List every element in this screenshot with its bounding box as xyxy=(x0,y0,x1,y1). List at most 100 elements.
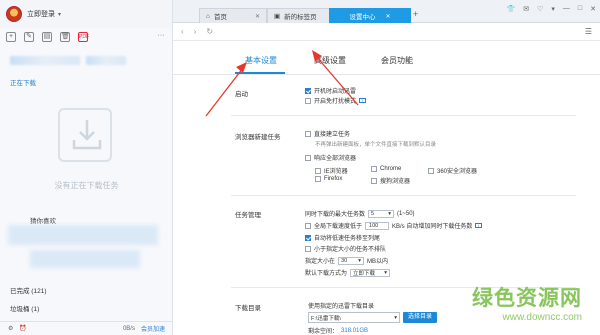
opt-ie-label: IE浏览器 xyxy=(324,169,348,175)
checkbox-checked[interactable] xyxy=(305,87,311,94)
direct-task-note: 不再弹出新建面板，单个文件直接下载到默认目录 xyxy=(315,142,437,148)
edit-icon[interactable]: ✎ xyxy=(24,32,34,42)
sidebar-toolbar: + ✎ ▤ 🗑 PDF ··· xyxy=(0,28,172,46)
section-startup-title: 启动 xyxy=(235,91,248,98)
opt-dnd[interactable]: 开启免打扰模式 i xyxy=(305,96,367,105)
checkbox[interactable] xyxy=(371,166,377,172)
checkbox[interactable] xyxy=(305,222,311,229)
skin-icon[interactable]: 👕 xyxy=(507,5,516,13)
opt-sogou[interactable]: 搜狗浏览器 xyxy=(371,176,410,185)
tab-home-label: 首页 xyxy=(213,14,227,21)
checkbox-checked[interactable] xyxy=(305,234,311,241)
window-controls: 👕 ✉ ♡ ▾ — □ ✕ xyxy=(507,5,597,13)
blurred-recommend-1[interactable] xyxy=(8,225,158,245)
max-tasks-value: 5 xyxy=(371,210,375,217)
menu-icon[interactable]: ▾ xyxy=(551,5,555,13)
size-select[interactable]: 30 ▾ xyxy=(338,256,365,265)
guess-you-like-label: 猜你喜欢 xyxy=(30,218,56,225)
max-tasks-select[interactable]: 5 ▾ xyxy=(368,209,395,218)
account-bar: 立即登录 ▾ xyxy=(0,0,172,28)
page-icon: ▣ xyxy=(274,13,281,20)
opt-small-first[interactable]: 小于指定大小的任务不排队 xyxy=(305,244,386,253)
opt-small-first-label: 小于指定大小的任务不排队 xyxy=(314,247,387,253)
downloading-label[interactable]: 正在下载 xyxy=(0,74,172,87)
info-icon[interactable]: i xyxy=(475,223,483,228)
checkbox[interactable] xyxy=(428,167,434,174)
hamburger-icon[interactable]: ☰ xyxy=(585,27,592,36)
dir-path-select[interactable]: F:\迅雷下载\ ▾ xyxy=(308,312,400,323)
chevron-down-icon: ▾ xyxy=(388,210,392,217)
browser-tab-bar: ⌂ 首页 ✕ ▣ 新的标签页 ✕ 设置中心 ✕ + 👕 ✉ ♡ ▾ — □ ✕ xyxy=(173,0,600,23)
avatar[interactable] xyxy=(6,6,22,22)
status-bar: ⚙ ⏰ 0B/s 会员加速 xyxy=(0,321,173,335)
checkbox[interactable] xyxy=(371,177,377,184)
tab-new-label: 新的标签页 xyxy=(284,14,317,21)
checkbox[interactable] xyxy=(315,167,321,174)
speed-readout: 0B/s xyxy=(122,325,135,332)
delete-icon[interactable]: 🗑 xyxy=(60,32,70,42)
pdf-icon[interactable]: PDF xyxy=(78,32,89,42)
mode-value: 立即下载 xyxy=(353,270,376,277)
opt-firefox[interactable]: Firefox xyxy=(315,176,342,182)
back-icon[interactable]: ‹ xyxy=(181,27,184,36)
checkbox[interactable] xyxy=(305,97,311,104)
free-space-value: 318.01GB xyxy=(341,327,369,334)
login-link[interactable]: 立即登录 xyxy=(27,9,55,19)
opt-360[interactable]: 360安全浏览器 xyxy=(428,166,477,175)
checkbox[interactable] xyxy=(305,130,311,137)
opt-chrome-label: Chrome xyxy=(380,166,402,172)
blurred-recommend-2[interactable] xyxy=(30,250,140,268)
tab-basic-settings[interactable]: 基本设置 xyxy=(245,55,277,66)
free-space-label: 剩余空间： xyxy=(308,329,339,335)
new-tab-icon[interactable]: + xyxy=(413,9,418,19)
clock-icon[interactable]: ⏰ xyxy=(19,325,26,332)
opt-direct-task[interactable]: 直接建立任务 xyxy=(305,129,350,138)
more-icon[interactable]: ··· xyxy=(156,32,166,42)
active-tab-underline xyxy=(235,72,285,74)
settings-content: 启动 开机时启动迅雷 开启免打扰模式 i 浏览器新建任务 直接建立任务 不再弹出… xyxy=(173,75,600,335)
checkbox[interactable] xyxy=(305,245,311,252)
tab-home[interactable]: ⌂ 首页 ✕ xyxy=(199,8,267,23)
completed-list[interactable]: 已完成 (121) xyxy=(10,285,46,295)
checkbox[interactable] xyxy=(315,176,321,182)
file-icon[interactable]: ▤ xyxy=(42,32,52,42)
refresh-icon[interactable]: ↻ xyxy=(206,27,213,36)
choose-dir-button[interactable]: 选择目录 xyxy=(403,312,438,323)
opt-auto-move[interactable]: 自动将低速任务移至列尾 xyxy=(305,233,380,242)
feedback-icon[interactable]: ♡ xyxy=(537,5,543,13)
close-icon[interactable]: ✕ xyxy=(385,13,390,20)
trash-list[interactable]: 垃圾桶 (1) xyxy=(10,303,39,313)
opt-autostart[interactable]: 开机时启动迅雷 xyxy=(305,86,356,95)
minimize-icon[interactable]: — xyxy=(563,5,570,13)
tab-settings[interactable]: 设置中心 ✕ xyxy=(329,8,411,23)
settings-icon[interactable]: ⚙ xyxy=(8,325,13,332)
tab-advanced-settings[interactable]: 高级设置 xyxy=(314,55,346,66)
opt-firefox-label: Firefox xyxy=(324,176,343,182)
mode-label: 默认下载方式为 xyxy=(305,271,348,277)
size-row: 指定大小在 30 ▾ MB以内 xyxy=(305,256,388,265)
divider xyxy=(231,195,576,196)
mode-select[interactable]: 立即下载 ▾ xyxy=(350,268,391,277)
member-accel-link[interactable]: 会员加速 xyxy=(141,324,165,333)
opt-all-browsers[interactable]: 响应全部浏览器 xyxy=(305,153,356,162)
opt-chrome[interactable]: Chrome xyxy=(371,166,401,172)
message-icon[interactable]: ✉ xyxy=(523,5,529,13)
section-dir-title: 下载目录 xyxy=(235,305,261,312)
tab-member-features[interactable]: 会员功能 xyxy=(381,55,413,66)
checkbox[interactable] xyxy=(305,154,311,161)
use-dir-text: 使用指定的迅雷下载目录 xyxy=(308,304,375,310)
speed-input[interactable]: 100 xyxy=(365,221,390,230)
close-icon[interactable]: ✕ xyxy=(255,13,260,20)
info-icon[interactable]: i xyxy=(359,98,367,103)
opt-direct-task-label: 直接建立任务 xyxy=(314,132,351,138)
dir-path-value: F:\迅雷下载\ xyxy=(311,315,341,322)
forward-icon[interactable]: › xyxy=(194,27,197,36)
add-icon[interactable]: + xyxy=(6,32,16,42)
opt-ie[interactable]: IE浏览器 xyxy=(315,166,348,175)
chevron-down-icon[interactable]: ▾ xyxy=(58,11,61,18)
close-window-icon[interactable]: ✕ xyxy=(590,5,596,13)
opt-autostart-label: 开机时启动迅雷 xyxy=(314,89,357,95)
speed-tail-label: KB/s 自动增加同时下载任务数 xyxy=(392,224,473,230)
maximize-icon[interactable]: □ xyxy=(578,5,582,13)
speed-lower-label: 全局下载速度低于 xyxy=(314,224,363,230)
